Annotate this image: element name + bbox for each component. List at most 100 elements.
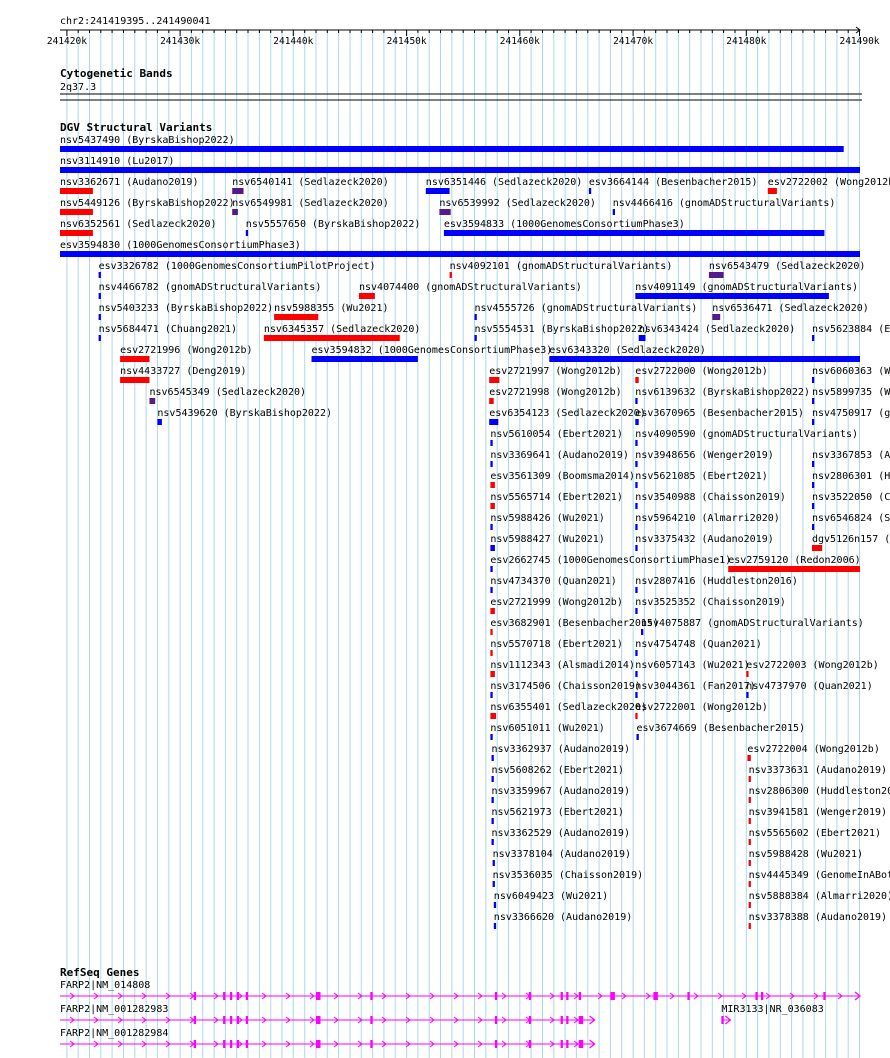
variant-feature[interactable]: nsv5565714 (Ebert2021) — [490, 492, 623, 509]
variant-feature[interactable]: nsv6345357 (Sedlazeck2020) — [263, 324, 421, 341]
variant-feature[interactable]: nsv4445349 (GenomeInABottle) — [748, 870, 890, 887]
variant-feature[interactable]: nsv6060363 (Wu2021) — [812, 366, 890, 383]
variant-feature[interactable]: nsv5623884 (Ebert2021) — [812, 324, 890, 341]
variant-feature[interactable]: nsv5449126 (ByrskaBishop2022) — [60, 198, 235, 215]
variant-label: nsv6139632 (ByrskaBishop2022) — [635, 387, 810, 398]
variant-feature[interactable]: nsv5554531 (ByrskaBishop2022) — [474, 324, 650, 341]
variant-bar — [812, 377, 815, 383]
variant-feature[interactable]: nsv3522050 (Chaisson2019) — [812, 492, 890, 509]
variant-label: nsv6060363 (Wu2021) — [812, 366, 890, 377]
variant-feature[interactable]: nsv2806300 (Huddleston2016) — [748, 786, 890, 803]
variant-feature[interactable]: nsv3362529 (Audano2019) — [491, 828, 630, 845]
variant-feature[interactable]: nsv5570718 (Ebert2021) — [490, 639, 623, 656]
variant-feature[interactable]: esv2722001 (Wong2012b) — [635, 702, 768, 719]
variant-bar — [449, 272, 452, 278]
variant-feature[interactable]: nsv6355401 (Sedlazeck2020) — [490, 702, 647, 719]
variant-feature[interactable]: nsv6351446 (Sedlazeck2020) — [425, 177, 583, 194]
variant-label: nsv3522050 (Chaisson2019) — [812, 492, 890, 503]
variant-feature[interactable]: esv3561309 (Boomsma2014) — [490, 471, 635, 488]
variant-feature[interactable]: nsv3044361 (Fan2017) — [635, 681, 756, 698]
variant-feature[interactable]: nsv6545349 (Sedlazeck2020) — [149, 387, 307, 404]
variant-feature[interactable]: esv3682901 (Besenbacher2015) — [490, 618, 659, 635]
variant-bar — [746, 692, 749, 698]
variant-feature[interactable]: esv2759120 (Redon2006) — [728, 555, 861, 572]
gene-exon — [721, 1016, 724, 1024]
variant-label: nsv5449126 (ByrskaBishop2022) — [60, 198, 235, 209]
variant-feature[interactable]: nsv5888384 (Almarri2020) — [748, 891, 890, 908]
variant-feature[interactable]: esv2721999 (Wong2012b) — [490, 597, 623, 614]
variant-feature[interactable]: nsv4433727 (Deng2019) — [120, 366, 247, 383]
variant-feature[interactable]: nsv6139632 (ByrskaBishop2022) — [635, 387, 810, 404]
variant-feature[interactable]: nsv6540141 (Sedlazeck2020) — [232, 177, 389, 194]
gene-exon — [528, 1016, 532, 1024]
variant-feature[interactable]: nsv4092101 (gnomADStructuralVariants) — [449, 261, 673, 278]
variant-feature[interactable]: nsv5964210 (Almarri2020) — [635, 513, 780, 530]
variant-feature[interactable]: nsv2806301 (Huddleston2016) — [812, 471, 890, 488]
variant-label: nsv5988428 (Wu2021) — [749, 849, 863, 860]
variant-bar — [491, 797, 494, 803]
variant-feature[interactable]: nsv4075887 (gnomADStructuralVariants) — [641, 618, 864, 635]
variant-feature[interactable]: nsv5988355 (Wu2021) — [274, 303, 388, 320]
variant-label: nsv6351446 (Sedlazeck2020) — [426, 177, 583, 188]
variant-label: esv3594832 (1000GenomesConsortiumPhase3) — [312, 345, 553, 356]
variant-feature[interactable]: nsv5988428 (Wu2021) — [748, 849, 863, 866]
variant-feature[interactable]: esv2721997 (Wong2012b) — [489, 366, 622, 383]
variant-feature[interactable]: nsv6549981 (Sedlazeck2020) — [232, 198, 389, 215]
variant-feature[interactable]: esv3664144 (Besenbacher2015) — [588, 177, 758, 194]
variant-feature[interactable]: nsv5608262 (Ebert2021) — [491, 765, 624, 782]
variant-feature[interactable]: nsv4091149 (gnomADStructuralVariants) — [635, 282, 858, 299]
variant-feature[interactable]: nsv4555726 (gnomADStructuralVariants) — [474, 303, 698, 320]
gene-exon — [236, 992, 239, 1000]
variant-feature[interactable]: nsv1112343 (Alsmadi2014) — [490, 660, 635, 677]
variant-feature[interactable]: nsv3536035 (Chaisson2019) — [492, 870, 644, 887]
variant-feature[interactable]: esv3674669 (Besenbacher2015) — [636, 723, 806, 740]
variant-feature[interactable]: esv2721996 (Wong2012b) — [120, 345, 253, 362]
variant-feature[interactable]: esv2722003 (Wong2012b) — [746, 660, 879, 677]
variant-feature[interactable]: nsv4754748 (Quan2021) — [635, 639, 762, 656]
variant-feature[interactable]: nsv4750917 (gnomADStructuralVariants) — [812, 408, 890, 425]
variant-feature[interactable]: nsv5684471 (Chuang2021) — [98, 324, 237, 341]
variant-feature[interactable]: nsv3359967 (Audano2019) — [491, 786, 630, 803]
variant-feature[interactable]: esv2722002 (Wong2012b) — [767, 177, 890, 194]
variant-feature[interactable]: esv2721998 (Wong2012b) — [489, 387, 622, 404]
variant-feature[interactable]: nsv6057143 (Wu2021) — [635, 660, 750, 677]
variant-label: nsv3941581 (Wenger2019) — [749, 807, 887, 818]
variant-feature[interactable]: nsv5621973 (Ebert2021) — [491, 807, 624, 824]
variant-feature[interactable]: nsv3525352 (Chaisson2019) — [635, 597, 786, 614]
gene-feature[interactable]: MIR3133|NR_036083 — [721, 1004, 824, 1025]
variant-feature[interactable]: esv3594832 (1000GenomesConsortiumPhase3) — [311, 345, 553, 362]
variant-feature[interactable]: nsv6546824 (Sedlazeck2020) — [812, 513, 890, 530]
variant-feature[interactable]: esv6354123 (Sedlazeck2020) — [489, 408, 646, 425]
variant-feature[interactable]: dgv5126n157 (Redon2006) — [812, 534, 890, 551]
variant-label: nsv4091149 (gnomADStructuralVariants) — [635, 282, 858, 293]
variant-feature[interactable]: nsv5557650 (ByrskaBishop2022) — [245, 219, 421, 236]
variant-feature[interactable]: nsv3366620 (Audano2019) — [493, 912, 632, 929]
variant-feature[interactable]: esv3594830 (1000GenomesConsortiumPhase3) — [60, 240, 860, 257]
variant-feature[interactable]: nsv4737970 (Quan2021) — [746, 681, 873, 698]
variant-feature[interactable]: nsv5439620 (ByrskaBishop2022) — [157, 408, 332, 425]
variant-feature[interactable]: nsv5403233 (ByrskaBishop2022) — [98, 303, 274, 320]
variant-feature[interactable]: nsv6343424 (Sedlazeck2020) — [638, 324, 796, 341]
variant-feature[interactable]: nsv4466782 (gnomADStructuralVariants) — [98, 282, 322, 299]
variant-feature[interactable]: esv3670965 (Besenbacher2015) — [635, 408, 804, 425]
variant-feature[interactable]: nsv6352561 (Sedlazeck2020) — [60, 219, 217, 236]
variant-feature[interactable]: nsv4074400 (gnomADStructuralVariants) — [359, 282, 582, 299]
variant-feature[interactable]: esv3594833 (1000GenomesConsortiumPhase3) — [443, 219, 825, 236]
variant-feature[interactable]: nsv3362671 (Audano2019) — [60, 177, 198, 194]
variant-feature[interactable]: nsv5621085 (Ebert2021) — [635, 471, 768, 488]
variant-feature[interactable]: nsv3174506 (Chaisson2019) — [490, 681, 641, 698]
variant-feature[interactable]: nsv6049423 (Wu2021) — [493, 891, 608, 908]
variant-feature[interactable]: esv6343320 (Sedlazeck2020) — [549, 345, 860, 362]
variant-feature[interactable]: nsv3367853 (Audano2019) — [812, 450, 890, 467]
variant-feature[interactable]: nsv5610054 (Ebert2021) — [490, 429, 623, 446]
variant-feature[interactable]: esv2722000 (Wong2012b) — [635, 366, 768, 383]
variant-feature[interactable]: nsv6543479 (Sedlazeck2020) — [708, 261, 866, 278]
variant-feature[interactable]: nsv3362937 (Audano2019) — [491, 744, 630, 761]
gene-exon — [566, 992, 569, 1000]
variant-feature[interactable]: nsv3540988 (Chaisson2019) — [635, 492, 786, 509]
variant-feature[interactable]: nsv6536471 (Sedlazeck2020) — [712, 303, 869, 320]
variant-feature[interactable]: nsv2807416 (Huddleston2016) — [635, 576, 798, 593]
ruler-tick-label: 241470k — [613, 36, 653, 47]
variant-feature[interactable]: nsv5899735 (Wu2021) — [812, 387, 890, 404]
variant-feature[interactable]: nsv3369641 (Audano2019) — [490, 450, 629, 467]
